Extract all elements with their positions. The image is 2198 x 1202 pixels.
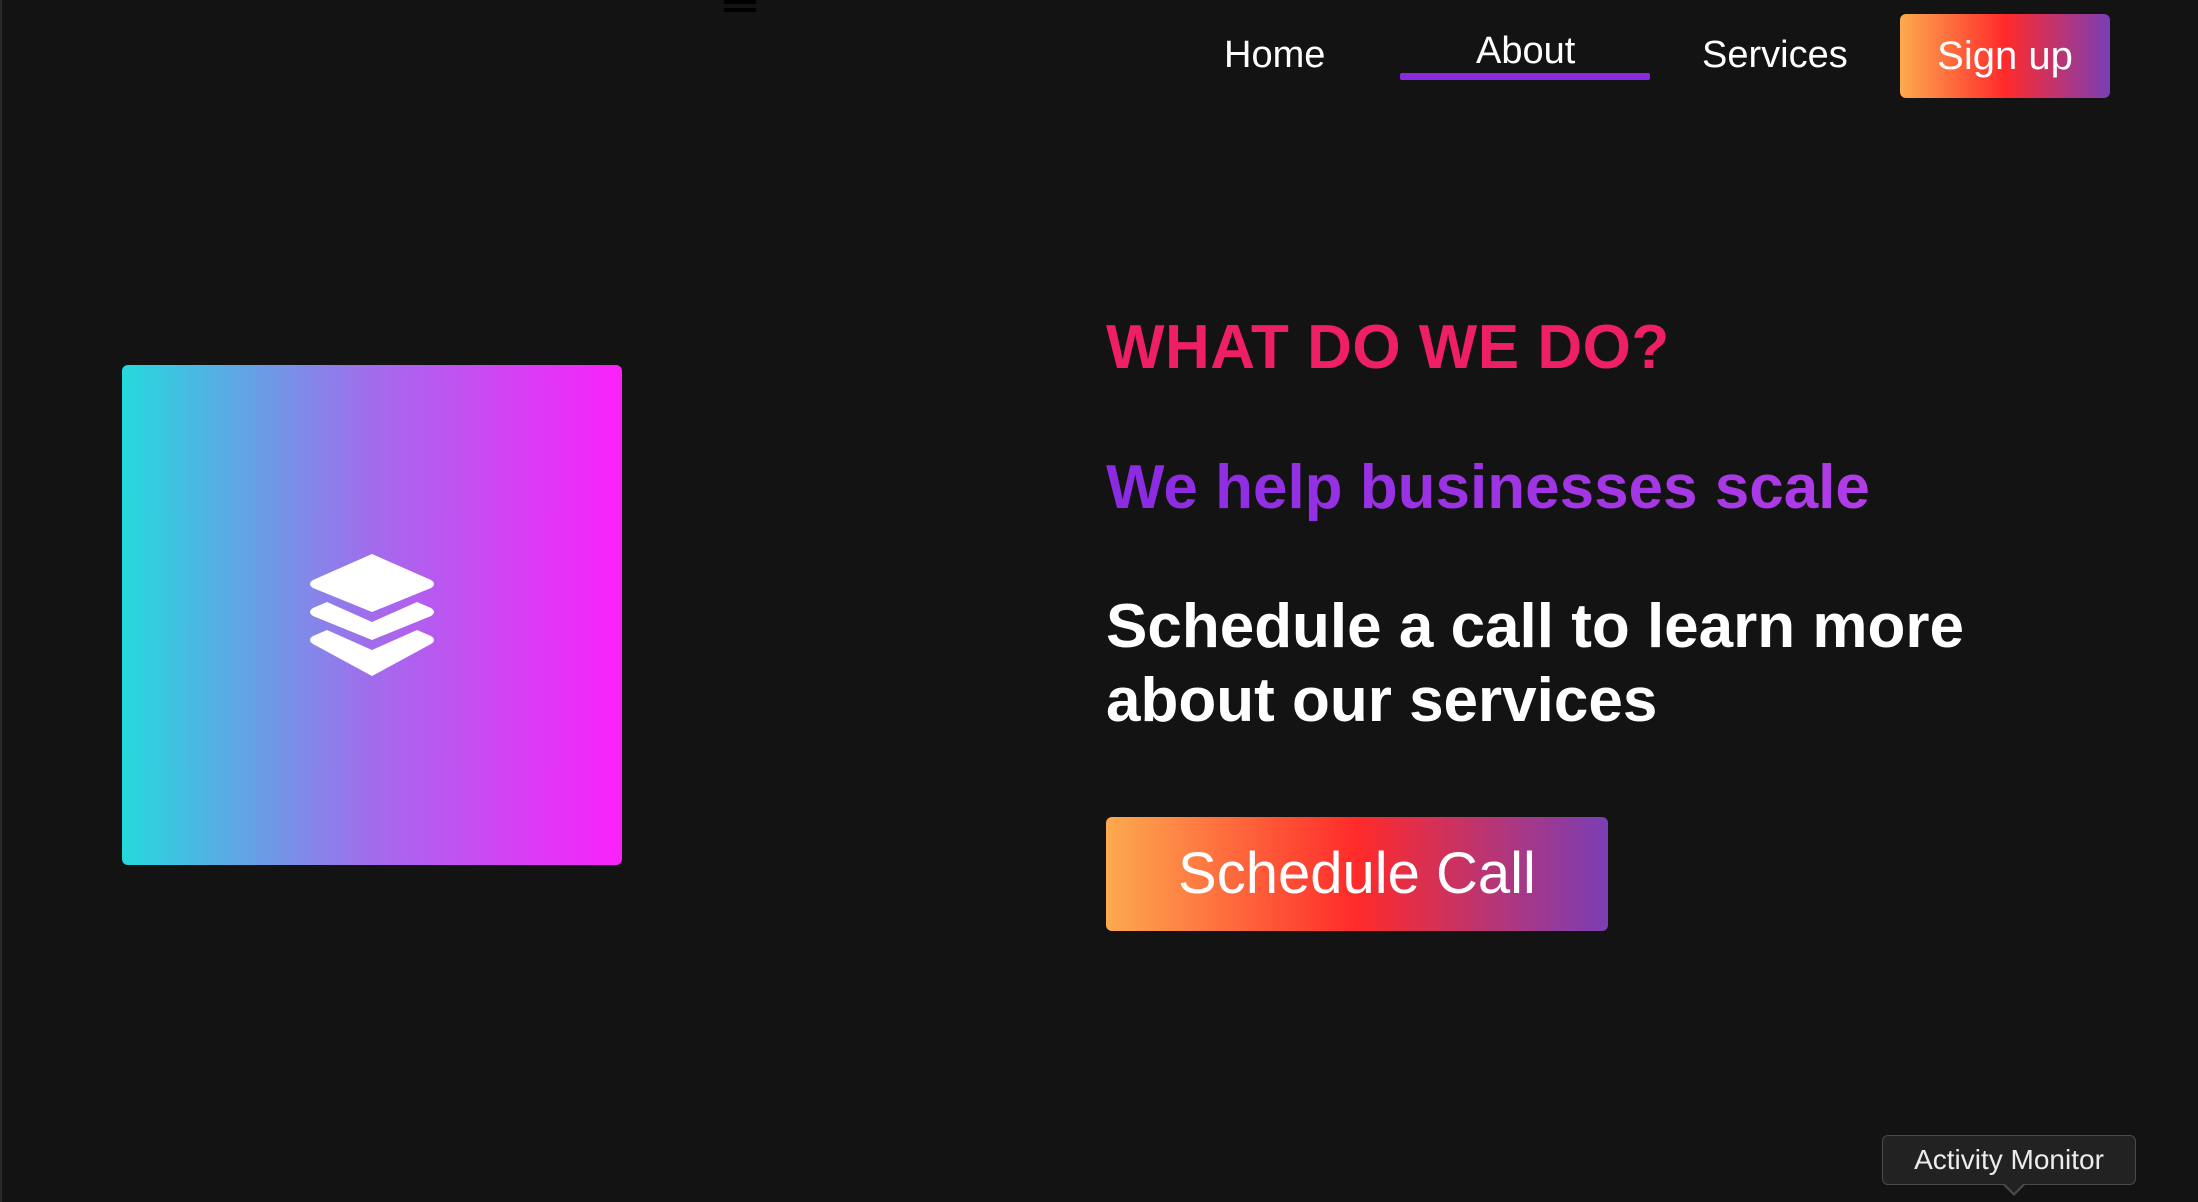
signup-button[interactable]: Sign up	[1900, 14, 2110, 98]
layers-icon	[310, 554, 434, 676]
page: Home About Services Sign up WHAT DO WE D…	[0, 0, 2198, 1202]
section-body: Schedule a call to learn more about our …	[1106, 592, 1964, 735]
hamburger-icon[interactable]	[724, 0, 756, 14]
hero-gradient-tile	[122, 365, 622, 865]
section-headline: We help businesses scale	[1106, 453, 1870, 522]
nav-about-link[interactable]: About	[1476, 30, 1575, 73]
active-nav-underline	[1400, 73, 1650, 80]
tooltip-arrow-inner	[2004, 1183, 2024, 1193]
dock-tooltip: Activity Monitor	[1882, 1135, 2136, 1185]
section-eyebrow: WHAT DO WE DO?	[1106, 313, 1670, 382]
nav-home-link[interactable]: Home	[1224, 34, 1325, 77]
schedule-call-button[interactable]: Schedule Call	[1106, 817, 1608, 931]
nav-services-link[interactable]: Services	[1702, 34, 1848, 77]
